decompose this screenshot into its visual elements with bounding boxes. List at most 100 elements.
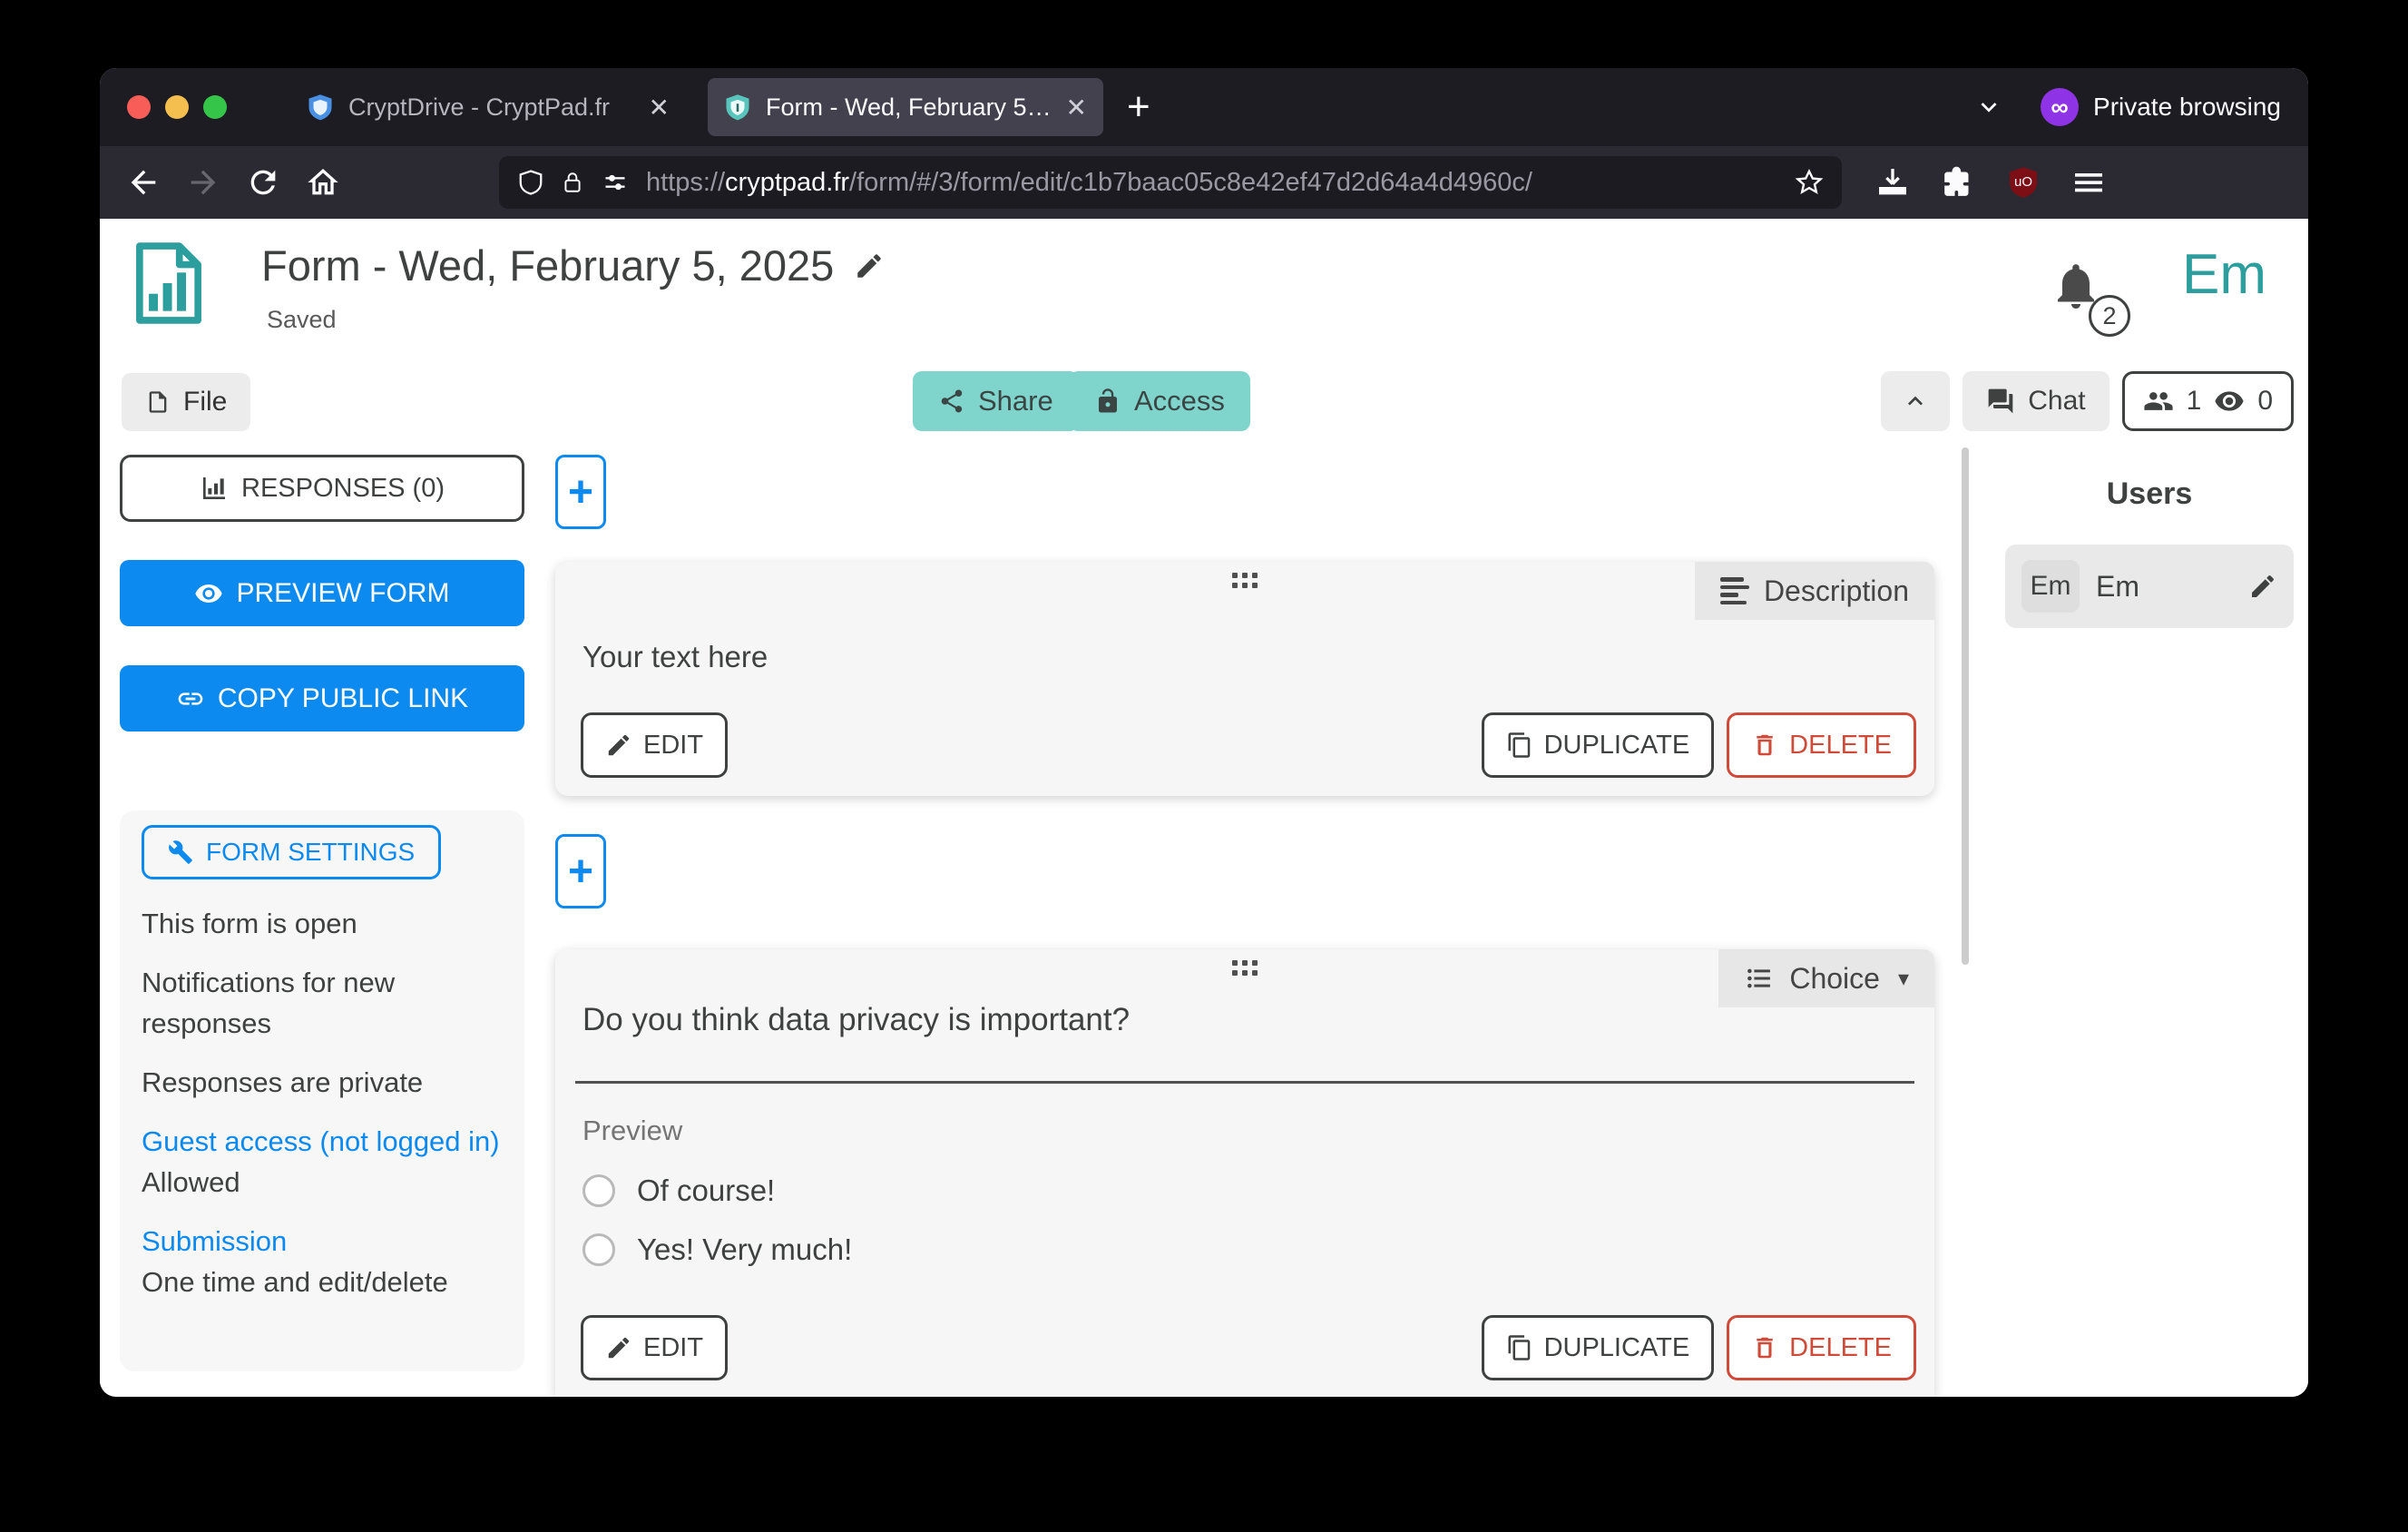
drag-handle-icon[interactable] — [1232, 573, 1258, 588]
form-settings-button[interactable]: FORM SETTINGS — [142, 825, 441, 879]
pencil-icon — [605, 1334, 632, 1361]
home-icon[interactable] — [305, 164, 341, 201]
file-menu-button[interactable]: File — [122, 373, 250, 431]
block-type-chip[interactable]: Choice ▾ — [1718, 949, 1934, 1007]
maximize-window-button[interactable] — [203, 95, 227, 119]
question-input[interactable]: Do you think data privacy is important? — [575, 1002, 1914, 1084]
url-bar[interactable]: https://cryptpad.fr/form/#/3/form/edit/c… — [499, 156, 1842, 209]
reload-icon[interactable] — [245, 164, 281, 201]
radio-button[interactable] — [582, 1233, 615, 1266]
cryptpad-shield-icon — [724, 93, 751, 121]
setting-form-open: This form is open — [142, 903, 503, 944]
private-mask-icon: ∞ — [2041, 88, 2079, 126]
copy-public-link-button[interactable]: COPY PUBLIC LINK — [120, 665, 524, 732]
delete-button[interactable]: DELETE — [1727, 1315, 1916, 1380]
downloads-icon[interactable] — [1875, 164, 1911, 201]
trash-icon — [1751, 1334, 1778, 1361]
option-label: Of course! — [637, 1174, 775, 1208]
form-settings-panel: FORM SETTINGS This form is open Notifica… — [120, 810, 524, 1371]
block-actions: EDIT DUPLICATE DELETE — [581, 1315, 1916, 1380]
add-block-button[interactable]: + — [555, 455, 606, 529]
align-left-icon — [1720, 577, 1749, 604]
window-controls — [127, 95, 227, 119]
radio-button[interactable] — [582, 1174, 615, 1207]
preview-label: Preview — [582, 1115, 682, 1147]
setting-guest-access-value: Allowed — [142, 1162, 503, 1203]
list-icon — [1744, 965, 1775, 992]
users-panel: Users Em Em — [2005, 476, 2294, 628]
pencil-icon — [605, 732, 632, 759]
setting-responses-private: Responses are private — [142, 1062, 503, 1103]
chevron-down-icon: ▾ — [1898, 966, 1909, 992]
share-button[interactable]: Share — [913, 371, 1079, 431]
chevron-up-icon — [1901, 387, 1930, 416]
notification-count-badge[interactable]: 2 — [2089, 295, 2130, 337]
document-title-row: Form - Wed, February 5, 2025 — [261, 241, 885, 290]
drag-handle-icon[interactable] — [1232, 960, 1258, 976]
rename-pencil-icon[interactable] — [854, 250, 885, 281]
tab-form-active[interactable]: Form - Wed, February 5, 2025 ✕ — [708, 78, 1103, 136]
option-label: Yes! Very much! — [637, 1232, 852, 1267]
close-tab-icon[interactable]: ✕ — [1066, 93, 1087, 123]
delete-button[interactable]: DELETE — [1727, 712, 1916, 778]
description-text[interactable]: Your text here — [582, 640, 768, 674]
back-icon[interactable] — [125, 164, 162, 201]
browser-window: CryptDrive - CryptPad.fr ✕ Form - Wed, F… — [100, 68, 2308, 1397]
viewers-count: 0 — [2257, 386, 2273, 417]
setting-guest-access-link[interactable]: Guest access (not logged in) — [142, 1121, 503, 1162]
preview-form-button[interactable]: PREVIEW FORM — [120, 560, 524, 626]
file-doc-icon — [145, 389, 171, 415]
ublock-origin-icon[interactable]: uO — [2005, 164, 2041, 201]
minimize-window-button[interactable] — [165, 95, 189, 119]
user-list-button[interactable]: 1 0 — [2122, 371, 2294, 431]
choice-block: Choice ▾ Do you think data privacy is im… — [555, 949, 1934, 1397]
private-browsing-label: Private browsing — [2093, 93, 2281, 122]
choice-option: Of course! — [582, 1174, 775, 1208]
eye-icon — [2214, 386, 2245, 417]
setting-submission-value: One time and edit/delete — [142, 1262, 503, 1302]
user-name: Em — [2096, 570, 2139, 604]
tracking-protection-shield-icon[interactable] — [517, 169, 544, 196]
forward-icon[interactable] — [185, 164, 221, 201]
user-avatar-menu[interactable]: Em — [2182, 242, 2266, 307]
add-block-button[interactable]: + — [555, 834, 606, 908]
chat-icon — [1986, 387, 2015, 416]
block-type-chip: Description — [1695, 562, 1934, 620]
setting-notifications: Notifications for new responses — [142, 962, 503, 1044]
open-lock-icon — [1094, 388, 1121, 415]
list-all-tabs-icon[interactable] — [1973, 92, 2004, 123]
new-tab-button[interactable]: + — [1127, 84, 1150, 130]
trash-icon — [1751, 732, 1778, 759]
edit-name-pencil-icon[interactable] — [2248, 572, 2277, 601]
url-text[interactable]: https://cryptpad.fr/form/#/3/form/edit/c… — [646, 168, 1778, 198]
bookmark-star-icon[interactable] — [1795, 168, 1824, 197]
collapse-toolbar-button[interactable] — [1881, 371, 1950, 431]
setting-submission-link[interactable]: Submission — [142, 1221, 503, 1262]
navigation-bar: https://cryptpad.fr/form/#/3/form/edit/c… — [100, 146, 2308, 219]
group-icon — [2143, 386, 2174, 417]
duplicate-button[interactable]: DUPLICATE — [1482, 712, 1715, 778]
access-button[interactable]: Access — [1069, 371, 1250, 431]
permissions-icon[interactable] — [601, 170, 630, 195]
editors-count: 1 — [2187, 386, 2202, 417]
chat-button[interactable]: Chat — [1963, 371, 2109, 431]
tab-cryptdrive[interactable]: CryptDrive - CryptPad.fr ✕ — [290, 78, 686, 136]
duplicate-button[interactable]: DUPLICATE — [1482, 1315, 1715, 1380]
responses-button[interactable]: RESPONSES (0) — [120, 455, 524, 522]
toolbar-right: Chat 1 0 — [1881, 371, 2294, 431]
edit-button[interactable]: EDIT — [581, 712, 728, 778]
save-status: Saved — [267, 306, 337, 334]
edit-button[interactable]: EDIT — [581, 1315, 728, 1380]
menu-hamburger-icon[interactable] — [2070, 164, 2107, 201]
extensions-icon[interactable] — [1940, 164, 1976, 201]
lock-icon[interactable] — [561, 170, 584, 195]
users-panel-title: Users — [2005, 476, 2294, 512]
private-browsing-badge: ∞ Private browsing — [2041, 88, 2281, 126]
svg-text:uO: uO — [2014, 174, 2032, 190]
form-sidebar: RESPONSES (0) PREVIEW FORM COPY PUBLIC L… — [120, 455, 524, 1371]
scrollbar[interactable] — [1962, 447, 1969, 965]
page-title: Form - Wed, February 5, 2025 — [261, 241, 834, 290]
close-window-button[interactable] — [127, 95, 151, 119]
close-tab-icon[interactable]: ✕ — [649, 93, 670, 123]
copy-icon — [1506, 732, 1533, 759]
